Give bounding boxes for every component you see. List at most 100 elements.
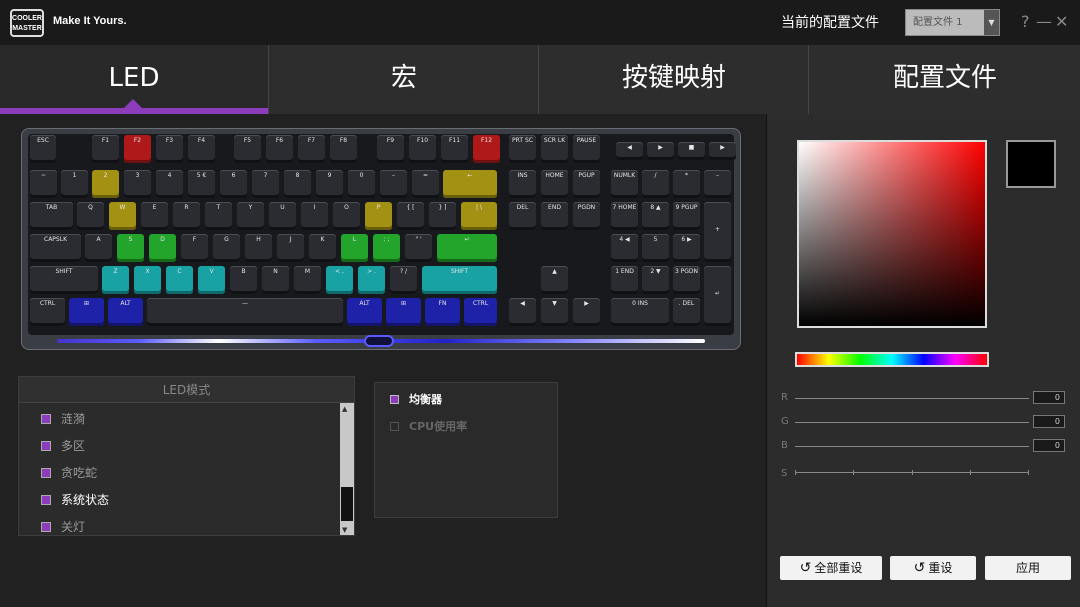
key-5[interactable]: 5 €	[188, 170, 215, 198]
key-semicolon[interactable]: : ;	[373, 234, 400, 262]
key-u[interactable]: U	[269, 202, 296, 230]
key-f8[interactable]: F8	[330, 135, 357, 163]
key-num-6[interactable]: 6 ▶	[673, 234, 700, 262]
key-num-9[interactable]: 9 PGUP	[673, 202, 700, 230]
key-f9[interactable]: F9	[377, 135, 404, 163]
key-home[interactable]: HOME	[541, 170, 568, 198]
tab-led[interactable]: LED	[0, 45, 269, 114]
scroll-down-icon[interactable]: ▼	[342, 526, 347, 534]
key-num-slash[interactable]: /	[642, 170, 669, 198]
key-minus[interactable]: –	[380, 170, 407, 198]
key-f6[interactable]: F6	[266, 135, 293, 163]
color-saturation-picker[interactable]	[797, 140, 987, 328]
key-2[interactable]: 2	[92, 170, 119, 198]
key-o[interactable]: O	[333, 202, 360, 230]
key-pause[interactable]: PAUSE	[573, 135, 600, 163]
key-9[interactable]: 9	[316, 170, 343, 198]
key-f1[interactable]: F1	[92, 135, 119, 163]
slider-r-value[interactable]: 0	[1033, 391, 1065, 404]
key-f12[interactable]: F12	[473, 135, 500, 163]
slider-g-value[interactable]: 0	[1033, 415, 1065, 428]
key-f3[interactable]: F3	[156, 135, 183, 163]
led-mode-item-snake[interactable]: 贪吃蛇	[41, 464, 97, 481]
key-alt-right[interactable]: ALT	[347, 298, 382, 326]
key-num-plus[interactable]: +	[704, 202, 731, 262]
key-win-left[interactable]: ⊞	[69, 298, 104, 326]
profile-dropdown[interactable]: 配置文件 1 ▼	[905, 9, 1000, 36]
slider-r[interactable]	[795, 398, 1029, 399]
slider-g[interactable]	[795, 422, 1029, 423]
key-r[interactable]: R	[173, 202, 200, 230]
key-v[interactable]: V	[198, 266, 225, 294]
key-4[interactable]: 4	[156, 170, 183, 198]
key-f10[interactable]: F10	[409, 135, 436, 163]
key-backslash[interactable]: | \	[461, 202, 497, 230]
checkbox-checked-icon[interactable]	[390, 395, 399, 404]
key-arrow-up[interactable]: ▲	[541, 266, 568, 294]
option-equalizer[interactable]: 均衡器	[390, 391, 442, 407]
key-equal[interactable]: =	[412, 170, 439, 198]
key-f[interactable]: F	[181, 234, 208, 262]
key-esc[interactable]: ESC	[30, 135, 56, 163]
scrollbar-thumb[interactable]	[341, 487, 353, 521]
key-shift-right[interactable]: SHIFT	[422, 266, 497, 294]
key-num-1[interactable]: 1 END	[611, 266, 638, 294]
key-num-minus[interactable]: –	[704, 170, 731, 198]
key-ins[interactable]: INS	[509, 170, 536, 198]
key-h[interactable]: H	[245, 234, 272, 262]
key-period[interactable]: > .	[358, 266, 385, 294]
tab-macro[interactable]: 宏	[270, 45, 539, 114]
key-f4[interactable]: F4	[188, 135, 215, 163]
key-num-4[interactable]: 4 ◀	[611, 234, 638, 262]
key-comma[interactable]: < ,	[326, 266, 353, 294]
key-x[interactable]: X	[134, 266, 161, 294]
led-mode-item-ripple[interactable]: 涟漪	[41, 410, 85, 427]
key-num-3[interactable]: 3 PGDN	[673, 266, 700, 294]
key-w[interactable]: W	[109, 202, 136, 230]
key-pgup[interactable]: PGUP	[573, 170, 600, 198]
key-7[interactable]: 7	[252, 170, 279, 198]
key-e[interactable]: E	[141, 202, 168, 230]
key-tilde[interactable]: ~	[30, 170, 57, 198]
key-b[interactable]: B	[230, 266, 257, 294]
led-mode-item-multizone[interactable]: 多区	[41, 437, 85, 454]
key-z[interactable]: Z	[102, 266, 129, 294]
key-quote[interactable]: " '	[405, 234, 432, 262]
key-scrlk[interactable]: SCR LK	[541, 135, 568, 163]
slider-b-value[interactable]: 0	[1033, 439, 1065, 452]
key-arrow-left[interactable]: ◀	[509, 298, 536, 326]
key-capslk[interactable]: CAPSLK	[30, 234, 81, 262]
key-arrow-down[interactable]: ▼	[541, 298, 568, 326]
reset-button[interactable]: ↺ 重设	[890, 556, 976, 580]
key-f5[interactable]: F5	[234, 135, 261, 163]
key-media-play[interactable]: ▶	[647, 142, 674, 160]
key-ctrl-left[interactable]: CTRL	[30, 298, 65, 326]
key-bracket-left[interactable]: { [	[397, 202, 424, 230]
key-f11[interactable]: F11	[441, 135, 468, 163]
key-1[interactable]: 1	[61, 170, 88, 198]
checkbox-unchecked-icon[interactable]	[390, 422, 399, 431]
key-num-dot[interactable]: . DEL	[673, 298, 700, 326]
key-d[interactable]: D	[149, 234, 176, 262]
key-n[interactable]: N	[262, 266, 289, 294]
key-enter[interactable]: ↵	[437, 234, 497, 262]
key-num-5[interactable]: 5	[642, 234, 669, 262]
tab-key-mapping[interactable]: 按键映射	[540, 45, 809, 114]
key-y[interactable]: Y	[237, 202, 264, 230]
reset-all-button[interactable]: ↺ 全部重设	[780, 556, 882, 580]
key-fn[interactable]: FN	[425, 298, 460, 326]
key-space[interactable]: —	[147, 298, 343, 326]
scroll-up-icon[interactable]: ▲	[342, 405, 347, 413]
key-arrow-right[interactable]: ▶	[573, 298, 600, 326]
key-win-right[interactable]: ⊞	[386, 298, 421, 326]
key-k[interactable]: K	[309, 234, 336, 262]
key-prtsc[interactable]: PRT SC	[509, 135, 536, 163]
key-media-prev[interactable]: ◀	[616, 142, 643, 160]
key-q[interactable]: Q	[77, 202, 104, 230]
key-m[interactable]: M	[294, 266, 321, 294]
key-6[interactable]: 6	[220, 170, 247, 198]
hue-slider[interactable]	[795, 352, 989, 367]
key-bracket-right[interactable]: } ]	[429, 202, 456, 230]
key-a[interactable]: A	[85, 234, 112, 262]
scrollbar[interactable]: ▲ ▼	[340, 403, 354, 535]
